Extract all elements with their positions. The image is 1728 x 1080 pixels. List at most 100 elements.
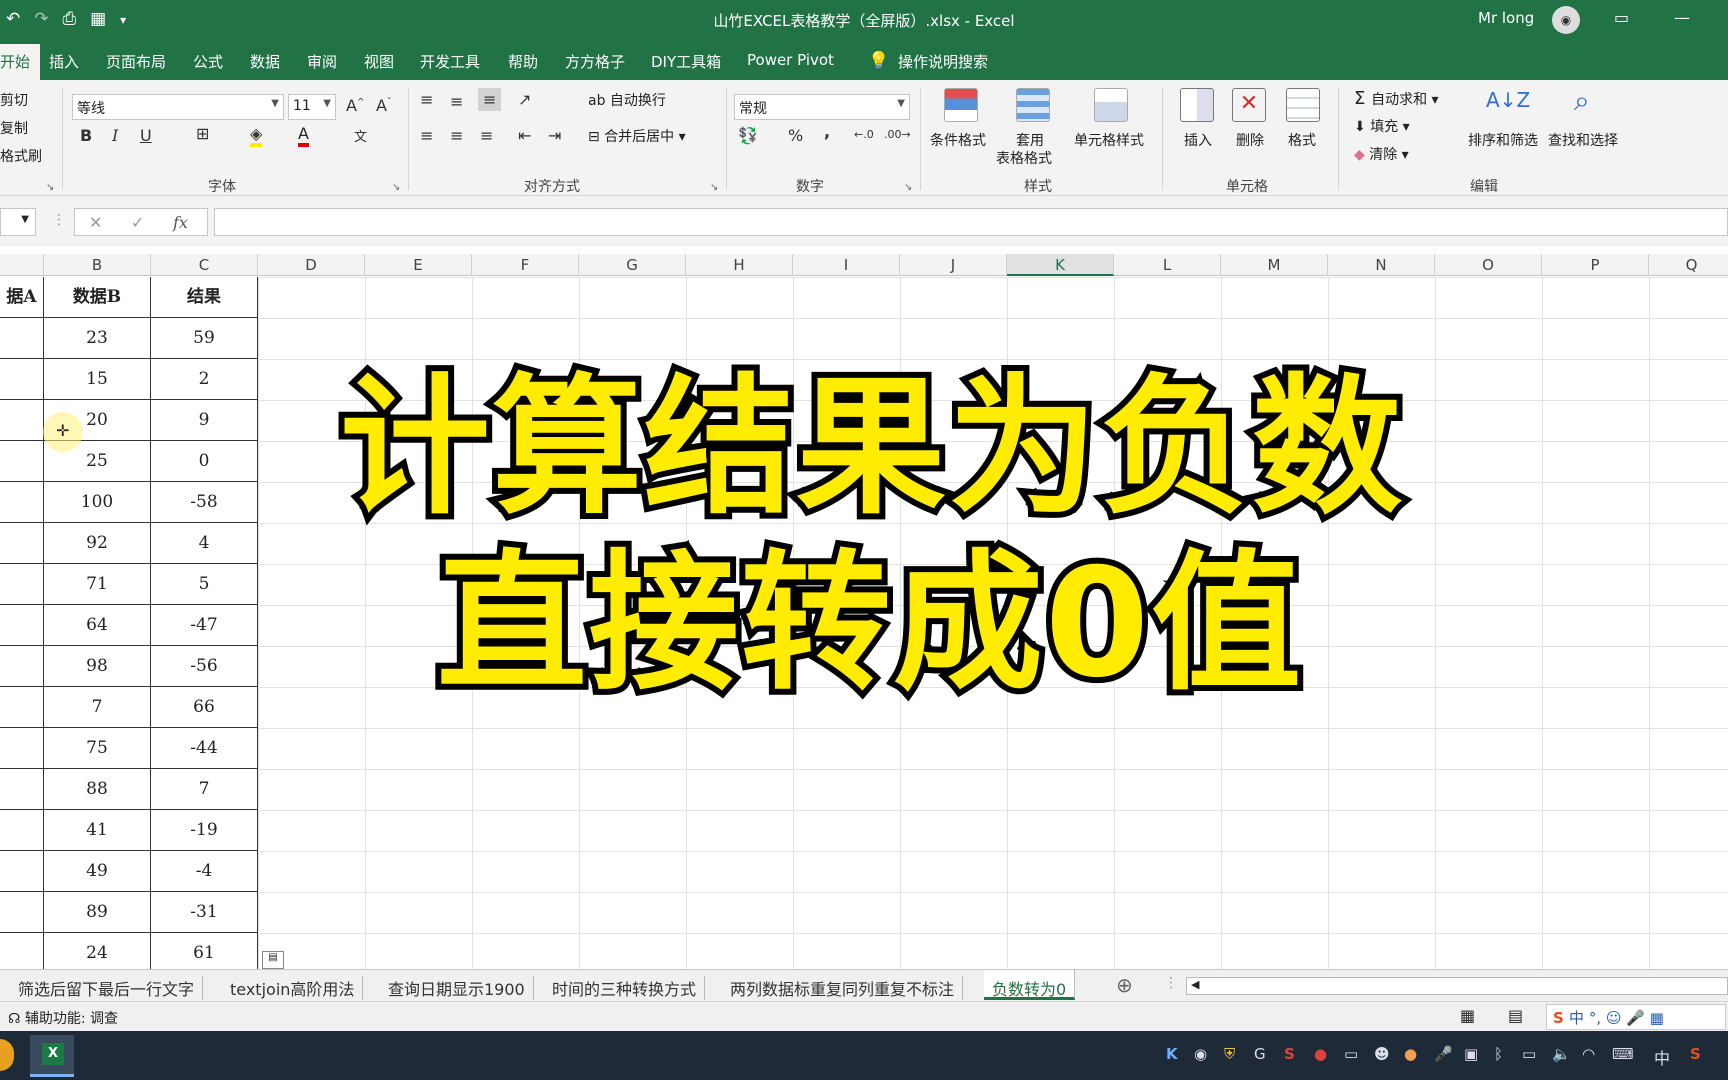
sheet-tab[interactable]: 筛选后留下最后一行文字 <box>10 976 204 1000</box>
browser-icon[interactable] <box>0 1039 14 1071</box>
formula-input[interactable] <box>214 208 1728 236</box>
cell-a[interactable] <box>0 687 44 728</box>
delete-cells-icon[interactable]: ✕ <box>1232 88 1266 122</box>
column-header-e[interactable]: E <box>365 254 472 276</box>
cell-a[interactable] <box>0 400 44 441</box>
column-header-a[interactable] <box>0 254 44 276</box>
tab-diy-toolbox[interactable]: DIY工具箱 <box>651 51 721 72</box>
tell-me-search[interactable]: 操作说明搜索 <box>898 51 988 72</box>
column-header-l[interactable]: L <box>1114 254 1221 276</box>
format-painter-button[interactable]: 格式刷 <box>0 146 42 166</box>
keyboard-icon[interactable]: ⌨ <box>1612 1045 1634 1063</box>
cell-a[interactable] <box>0 810 44 851</box>
cell-b[interactable]: 71 <box>44 564 151 605</box>
cell-c[interactable]: -4 <box>151 851 258 892</box>
insert-function-icon[interactable]: fx <box>173 213 188 232</box>
column-header-g[interactable]: G <box>579 254 686 276</box>
cell-b[interactable]: 49 <box>44 851 151 892</box>
percent-button[interactable]: % <box>788 126 803 145</box>
sheet-tab[interactable]: textjoin高阶用法 <box>222 976 364 1000</box>
cell-a[interactable] <box>0 564 44 605</box>
accessibility-status[interactable]: ☊ 辅助功能: 调查 <box>8 1008 118 1028</box>
format-as-table-icon[interactable] <box>1016 88 1050 122</box>
find-select-icon[interactable]: ⌕ <box>1574 84 1590 118</box>
font-color-icon[interactable]: A <box>298 124 309 147</box>
ime-toolbar[interactable]: S 中 °, ☺ 🎤 ▦ <box>1546 1004 1726 1030</box>
column-header-k[interactable]: K <box>1007 254 1114 276</box>
tab-formulas[interactable]: 公式 <box>193 51 223 72</box>
cell-a[interactable] <box>0 523 44 564</box>
wrap-text-button[interactable]: ab 自动换行 <box>588 90 666 110</box>
cell-b[interactable]: 64 <box>44 605 151 646</box>
cut-button[interactable]: 剪切 <box>0 90 28 110</box>
column-header-q[interactable]: Q <box>1649 254 1728 276</box>
tray-s-icon[interactable]: S <box>1284 1045 1295 1063</box>
minimize-icon[interactable]: — <box>1674 8 1690 27</box>
name-box[interactable]: ▼ <box>0 208 36 236</box>
cell-c[interactable]: -56 <box>151 646 258 687</box>
sogou-tray-icon[interactable]: S <box>1690 1045 1701 1063</box>
align-left-icon[interactable]: ≡ <box>420 126 433 145</box>
tray-shield-icon[interactable]: ⛨ <box>1224 1045 1235 1063</box>
insert-cells-button[interactable]: 插入 <box>1184 130 1212 150</box>
cell-styles-icon[interactable] <box>1094 88 1128 122</box>
align-bottom-icon[interactable]: ≡ <box>478 88 502 111</box>
enter-icon[interactable]: ✓ <box>131 213 144 232</box>
drag-handle-icon[interactable]: ⋮ <box>1164 975 1178 991</box>
align-center-icon[interactable]: ≡ <box>450 126 463 145</box>
tray-chat-icon[interactable]: ▭ <box>1344 1045 1358 1063</box>
accounting-format-icon[interactable]: 💱 <box>738 126 758 145</box>
cell-c[interactable]: 2 <box>151 359 258 400</box>
column-header-d[interactable]: D <box>258 254 365 276</box>
column-header-b[interactable]: B <box>44 254 151 276</box>
column-header-m[interactable]: M <box>1221 254 1328 276</box>
font-name-select[interactable]: 等线 ▼ <box>72 94 284 120</box>
cell-c[interactable]: 5 <box>151 564 258 605</box>
tray-k-icon[interactable]: K <box>1166 1045 1178 1063</box>
conditional-format-icon[interactable] <box>944 88 978 122</box>
column-header-j[interactable]: J <box>900 254 1007 276</box>
cell-a[interactable] <box>0 892 44 933</box>
cell-b[interactable]: 98 <box>44 646 151 687</box>
tab-view[interactable]: 视图 <box>364 51 394 72</box>
merge-center-button[interactable]: ⊟ 合并后居中 ▾ <box>588 126 686 146</box>
cell-b[interactable]: 75 <box>44 728 151 769</box>
tab-review[interactable]: 审阅 <box>307 51 337 72</box>
ribbon-display-icon[interactable]: ▭ <box>1614 8 1629 27</box>
increase-decimal-icon[interactable]: ←.0 <box>854 128 874 141</box>
cell-a[interactable] <box>0 769 44 810</box>
font-size-select[interactable]: 11 ▼ <box>288 94 336 120</box>
ime-indicator[interactable]: 中 <box>1654 1045 1670 1069</box>
cell-c[interactable]: -47 <box>151 605 258 646</box>
column-header-f[interactable]: F <box>472 254 579 276</box>
cell-b[interactable]: 100 <box>44 482 151 523</box>
cell-b[interactable]: 23 <box>44 318 151 359</box>
cell-a[interactable] <box>0 851 44 892</box>
column-header-h[interactable]: H <box>686 254 793 276</box>
tab-home[interactable]: 开始 <box>0 44 41 80</box>
network-icon[interactable]: ◠ <box>1582 1045 1595 1063</box>
avatar[interactable]: ◉ <box>1552 6 1580 34</box>
fill-button[interactable]: ⬇ 填充 ▾ <box>1354 116 1410 136</box>
cell-b[interactable]: 92 <box>44 523 151 564</box>
fill-color-icon[interactable]: ◈ <box>250 124 263 147</box>
cell-b[interactable]: 7 <box>44 687 151 728</box>
format-cells-icon[interactable] <box>1286 88 1320 122</box>
cell-c[interactable]: 9 <box>151 400 258 441</box>
cell-a[interactable] <box>0 646 44 687</box>
bold-button[interactable]: B <box>80 126 92 145</box>
cell-c[interactable]: 4 <box>151 523 258 564</box>
format-cells-button[interactable]: 格式 <box>1288 130 1316 150</box>
dialog-launcher-icon[interactable]: ↘ <box>710 182 718 193</box>
phonetic-icon[interactable]: 文 <box>354 126 367 145</box>
cell-a[interactable] <box>0 605 44 646</box>
battery-icon[interactable]: ▭ <box>1522 1045 1536 1063</box>
cell-c[interactable]: 7 <box>151 769 258 810</box>
autosum-button[interactable]: Σ 自动求和 ▾ <box>1354 88 1439 109</box>
tray-ball-icon[interactable]: ● <box>1404 1045 1417 1063</box>
cell-b[interactable]: 24 <box>44 933 151 969</box>
cell-b[interactable]: 88 <box>44 769 151 810</box>
tab-fangfang[interactable]: 方方格子 <box>565 51 625 72</box>
lightbulb-icon[interactable]: 💡 <box>868 51 889 71</box>
tray-nvidia-icon[interactable]: ◉ <box>1194 1045 1207 1063</box>
